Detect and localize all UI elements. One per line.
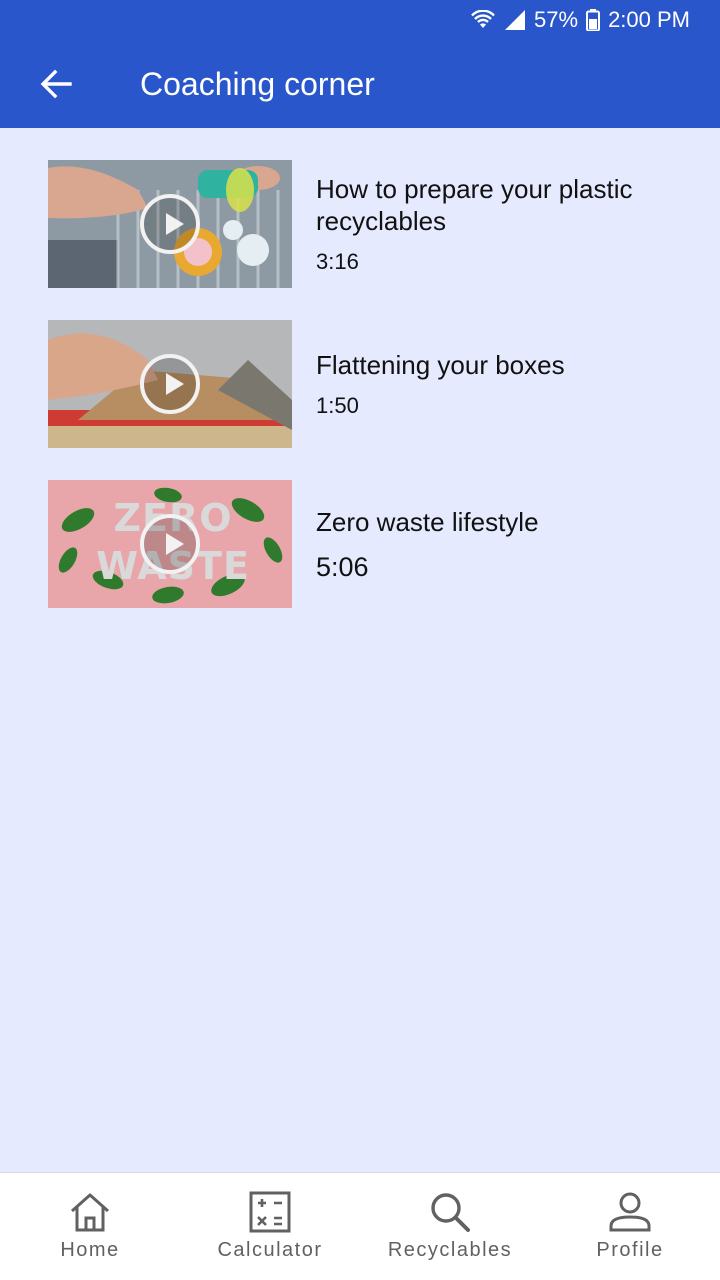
clock: 2:00 PM — [608, 7, 690, 32]
bottom-navigation: Home Calculator Recyclables Profile — [0, 1172, 720, 1280]
nav-label: Profile — [596, 1239, 664, 1261]
battery-percent: 57% — [534, 7, 579, 32]
search-icon — [431, 1193, 470, 1232]
video-duration: 5:06 — [316, 551, 369, 582]
page-title: Coaching corner — [140, 65, 375, 102]
video-item-boxes[interactable]: Flattening your boxes 1:50 — [48, 320, 688, 448]
person-icon — [609, 1192, 651, 1232]
video-thumbnail[interactable] — [48, 160, 292, 288]
battery-icon — [586, 9, 601, 31]
play-icon — [140, 354, 200, 414]
video-title: Zero waste lifestyle — [316, 506, 539, 537]
video-item-zero-waste[interactable]: ZERO WASTE Zero waste lifestyle 5:06 — [48, 480, 688, 608]
video-info: How to prepare your plastic recyclables … — [316, 173, 688, 275]
arrow-back-icon — [40, 69, 72, 99]
nav-label: Recyclables — [387, 1239, 513, 1261]
nav-item-profile[interactable]: Profile — [540, 1173, 720, 1280]
video-info: Zero waste lifestyle 5:06 — [316, 506, 688, 583]
video-thumbnail[interactable] — [48, 320, 292, 448]
nav-label: Calculator — [217, 1239, 323, 1261]
video-duration: 3:16 — [316, 249, 359, 274]
video-duration: 1:50 — [316, 393, 359, 418]
calculator-icon — [249, 1191, 291, 1233]
play-icon — [140, 514, 200, 574]
video-title: How to prepare your plastic recyclables — [316, 174, 633, 236]
video-thumbnail[interactable]: ZERO WASTE — [48, 480, 292, 608]
nav-item-home[interactable]: Home — [0, 1173, 180, 1280]
app-bar: Coaching corner — [0, 40, 720, 128]
nav-item-recyclables[interactable]: Recyclables — [360, 1173, 540, 1280]
video-title: Flattening your boxes — [316, 350, 565, 380]
video-info: Flattening your boxes 1:50 — [316, 349, 688, 419]
video-item-plastic[interactable]: How to prepare your plastic recyclables … — [48, 160, 688, 288]
wifi-icon — [470, 10, 496, 30]
nav-label: Home — [60, 1239, 120, 1261]
nav-item-calculator[interactable]: Calculator — [180, 1173, 360, 1280]
play-icon — [140, 194, 200, 254]
status-bar: 57% 2:00 PM — [0, 0, 720, 40]
cell-signal-icon — [504, 9, 526, 31]
back-button[interactable] — [28, 56, 84, 112]
home-icon — [71, 1193, 109, 1232]
